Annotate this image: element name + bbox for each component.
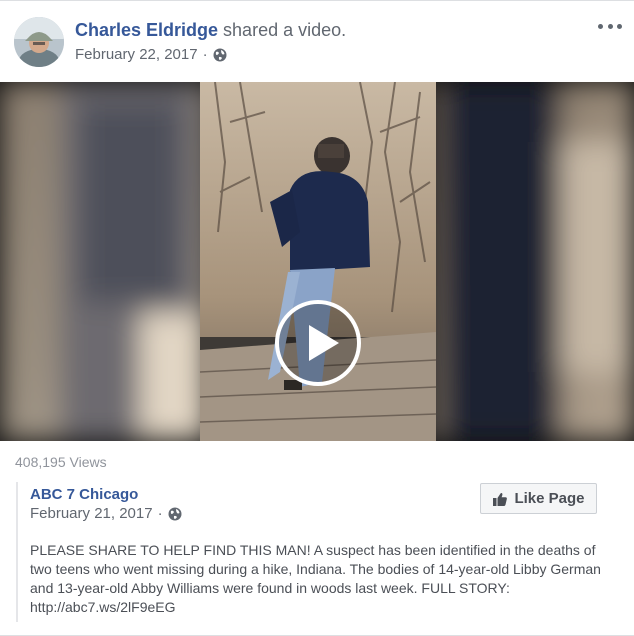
page-meta: February 21, 2017 · xyxy=(30,504,182,524)
avatar[interactable] xyxy=(14,17,64,67)
post-card: Charles Eldridge shared a video. February… xyxy=(0,0,634,636)
page-post-date[interactable]: February 21, 2017 xyxy=(30,504,153,524)
video-player[interactable] xyxy=(0,82,634,441)
more-dot xyxy=(617,23,622,29)
play-button[interactable] xyxy=(275,300,361,386)
post-meta: February 22, 2017 · xyxy=(75,45,227,65)
meta-separator: · xyxy=(157,505,163,522)
meta-separator: · xyxy=(202,46,208,63)
post-date[interactable]: February 22, 2017 xyxy=(75,45,198,65)
post-header: Charles Eldridge shared a video. xyxy=(75,18,346,42)
author-action: shared a video. xyxy=(223,20,347,40)
page-description: PLEASE SHARE TO HELP FIND THIS MAN! A su… xyxy=(30,541,620,617)
more-options-icon[interactable] xyxy=(598,19,622,33)
author-name[interactable]: Charles Eldridge xyxy=(75,20,218,40)
story-link[interactable]: http://abc7.ws/2lF9eEG xyxy=(30,599,176,615)
description-text: PLEASE SHARE TO HELP FIND THIS MAN! A su… xyxy=(30,542,601,596)
more-dot xyxy=(598,23,603,29)
like-page-label: Like Page xyxy=(514,490,585,507)
play-icon xyxy=(309,325,339,361)
page-name[interactable]: ABC 7 Chicago xyxy=(30,485,138,505)
globe-icon[interactable] xyxy=(213,48,227,62)
video-thumbnail xyxy=(0,82,634,441)
shared-page-attachment: ABC 7 Chicago February 21, 2017 · Like P… xyxy=(16,482,618,622)
more-dot xyxy=(607,23,613,29)
thumbs-up-icon xyxy=(493,492,508,506)
view-count: 408,195 Views xyxy=(15,454,107,470)
globe-icon[interactable] xyxy=(168,507,182,521)
like-page-button[interactable]: Like Page xyxy=(480,483,597,514)
avatar-image xyxy=(14,17,64,67)
